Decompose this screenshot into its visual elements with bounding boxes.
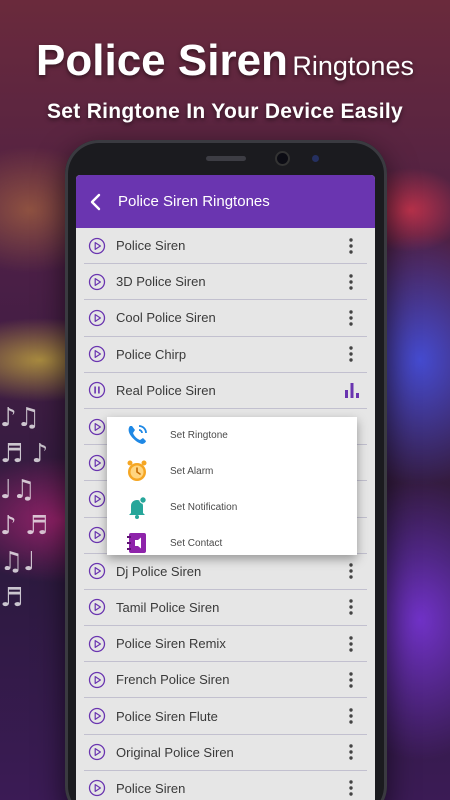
menu-label: Set Alarm — [170, 465, 214, 477]
ringtone-title: Police Siren — [116, 780, 186, 796]
play-icon[interactable] — [88, 562, 106, 580]
more-options-icon[interactable] — [341, 307, 361, 329]
play-icon[interactable] — [88, 309, 106, 327]
ringtone-title: French Police Siren — [116, 672, 230, 688]
more-options-icon[interactable] — [341, 741, 361, 763]
music-note-icon: ♪♫ — [0, 403, 40, 433]
play-icon[interactable] — [88, 454, 106, 472]
ringtone-title: Tamil Police Siren — [116, 599, 220, 615]
promo-subtitle: Set Ringtone In Your Device Easily — [46, 100, 404, 123]
menu-label: Set Notification — [170, 501, 238, 513]
more-options-icon[interactable] — [341, 777, 361, 799]
list-item[interactable]: Original Police Siren — [84, 735, 367, 771]
list-item[interactable]: Tamil Police Siren — [84, 590, 367, 627]
app-screen: Police Siren Ringtones Police Siren 3D Po… — [76, 175, 375, 800]
play-icon[interactable] — [88, 707, 106, 725]
ringtone-title: Police Siren Flute — [116, 708, 218, 724]
ringtone-title: Original Police Siren — [116, 744, 234, 760]
ringtone-title: Cool Police Siren — [116, 310, 216, 326]
list-item[interactable]: Police Chirp — [84, 337, 367, 373]
play-icon[interactable] — [88, 345, 106, 363]
ringtone-title: 3D Police Siren — [116, 274, 206, 290]
promo-title-suffix: Ringtones — [292, 51, 414, 81]
menu-item-set-contact[interactable]: Set Contact — [107, 525, 357, 561]
play-icon[interactable] — [88, 598, 106, 616]
phone-frame: Police Siren Ringtones Police Siren 3D Po… — [65, 140, 387, 800]
ringtone-title: Real Police Siren — [116, 382, 216, 398]
more-options-icon[interactable] — [341, 633, 361, 655]
play-icon[interactable] — [88, 779, 106, 797]
app-bar-title: Police Siren Ringtones — [118, 193, 270, 210]
menu-label: Set Ringtone — [170, 429, 228, 441]
list-item[interactable]: Cool Police Siren — [84, 300, 367, 337]
app-bar: Police Siren Ringtones — [76, 175, 375, 228]
phone-sensor — [312, 155, 319, 162]
pause-icon[interactable] — [88, 381, 106, 399]
list-item[interactable]: French Police Siren — [84, 662, 367, 699]
list-item[interactable]: Police Siren Flute — [84, 698, 367, 735]
phone-camera — [277, 153, 288, 164]
promo-title: Police Siren Ringtones — [0, 36, 450, 86]
music-note-icon: ♬ ♪ — [0, 439, 49, 469]
ringtone-title: Police Siren — [116, 238, 186, 254]
music-note-icon: ♪ ♬ — [0, 511, 49, 541]
notification-bell-icon — [129, 496, 147, 519]
phone-speaker — [206, 156, 246, 161]
contact-book-icon — [127, 533, 146, 553]
more-options-icon[interactable] — [341, 560, 361, 582]
list-item[interactable]: Police Siren Remix — [84, 626, 367, 663]
equalizer-icon — [345, 383, 359, 399]
more-options-icon[interactable] — [341, 596, 361, 618]
list-item[interactable]: 3D Police Siren — [84, 264, 367, 301]
menu-item-set-ringtone[interactable]: Set Ringtone — [107, 417, 357, 453]
music-note-icon: ♫♩ — [0, 547, 36, 577]
music-note-icon: ♬ — [0, 583, 24, 613]
ringtone-title: Police Siren Remix — [116, 636, 226, 652]
play-icon[interactable] — [88, 743, 106, 761]
more-options-icon[interactable] — [341, 235, 361, 257]
music-note-icon: ♩♫ — [0, 475, 36, 505]
alarm-clock-icon — [127, 460, 147, 481]
ringtone-title: Police Chirp — [116, 346, 187, 362]
back-arrow-icon[interactable] — [84, 190, 108, 214]
play-icon[interactable] — [88, 671, 106, 689]
list-item[interactable]: Police Siren — [84, 228, 367, 265]
play-icon[interactable] — [88, 418, 106, 436]
more-options-icon[interactable] — [341, 669, 361, 691]
list-item[interactable]: Police Siren — [84, 771, 367, 800]
more-options-icon[interactable] — [341, 271, 361, 293]
menu-label: Set Contact — [170, 537, 223, 549]
more-options-icon[interactable] — [341, 343, 361, 365]
promo-title-main: Police Siren — [36, 36, 288, 85]
play-icon[interactable] — [88, 237, 106, 255]
ringtone-title: Dj Police Siren — [116, 563, 202, 579]
music-notes-decoration: ♪♫ ♬ ♪ ♩♫ ♪ ♬ ♫♩ ♬ — [0, 400, 70, 650]
play-icon[interactable] — [88, 635, 106, 653]
ringtone-options-menu: Set Ringtone Set Alarm Set Notification … — [107, 417, 357, 555]
play-icon[interactable] — [88, 273, 106, 291]
menu-item-set-notification[interactable]: Set Notification — [107, 489, 357, 525]
list-item[interactable]: Real Police Siren — [84, 373, 367, 409]
play-icon[interactable] — [88, 490, 106, 508]
play-icon[interactable] — [88, 526, 106, 544]
phone-ring-icon — [128, 425, 147, 444]
menu-item-set-alarm[interactable]: Set Alarm — [107, 453, 357, 489]
more-options-icon[interactable] — [341, 705, 361, 727]
